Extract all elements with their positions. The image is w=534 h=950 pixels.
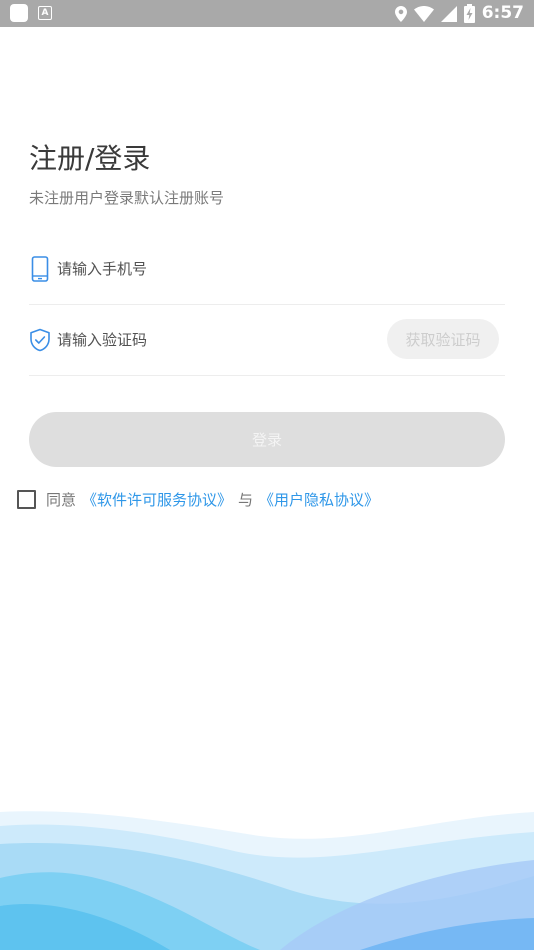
accessibility-a-icon: A (38, 6, 52, 20)
phone-field-row (29, 233, 505, 305)
phone-input[interactable] (57, 259, 357, 278)
agreement-prefix: 同意 (46, 491, 77, 509)
status-bar-left: A (10, 4, 52, 22)
decorative-waves (0, 811, 534, 950)
login-button[interactable]: 登录 (29, 412, 505, 467)
battery-charging-icon (463, 4, 475, 23)
code-field-row: 获取验证码 (29, 304, 505, 376)
agreement-checkbox[interactable] (17, 490, 36, 509)
privacy-policy-link[interactable]: 《用户隐私协议》 (259, 489, 379, 510)
page-subtitle: 未注册用户登录默认注册账号 (29, 189, 225, 207)
status-bar: A 6:57 (0, 0, 534, 27)
app-icon (10, 4, 28, 22)
cell-signal-icon (440, 5, 457, 22)
code-input[interactable] (57, 330, 357, 349)
location-icon (394, 5, 407, 22)
status-bar-right: 6:57 (394, 3, 524, 24)
phone-icon (29, 255, 51, 282)
agreement-row: 同意 《软件许可服务协议》 与 《用户隐私协议》 (17, 489, 379, 510)
software-license-link[interactable]: 《软件许可服务协议》 (82, 489, 232, 510)
status-time: 6:57 (481, 3, 524, 23)
agreement-connector: 与 (238, 491, 254, 509)
wifi-icon (413, 5, 434, 22)
shield-check-icon (29, 327, 51, 353)
page-title: 注册/登录 (29, 142, 151, 175)
get-code-button[interactable]: 获取验证码 (387, 319, 499, 359)
